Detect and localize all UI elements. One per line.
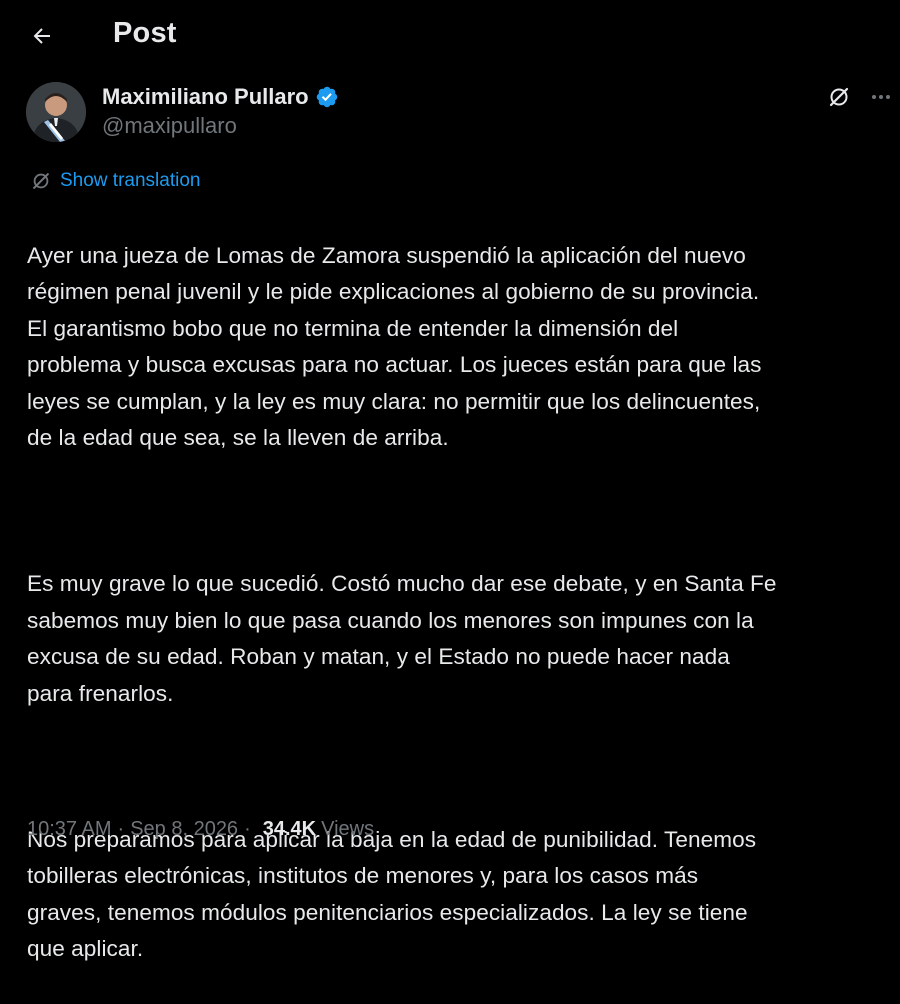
page-title: Post bbox=[113, 17, 177, 49]
verified-badge-icon bbox=[315, 85, 339, 109]
meta-separator: · bbox=[117, 817, 125, 840]
translate-icon bbox=[33, 173, 49, 189]
top-bar: Post bbox=[0, 0, 900, 74]
back-button[interactable] bbox=[26, 20, 58, 52]
post-date[interactable]: Sep 8, 2026 bbox=[130, 818, 238, 841]
more-options-button[interactable] bbox=[866, 82, 896, 112]
post-paragraph: Ayer una jueza de Lomas de Zamora suspen… bbox=[27, 242, 762, 451]
meta-separator: · bbox=[244, 817, 251, 840]
grok-icon bbox=[829, 87, 849, 107]
post-paragraph: Es muy grave lo que sucedió. Costó mucho… bbox=[27, 571, 777, 706]
more-icon bbox=[872, 95, 890, 99]
show-translation-link[interactable]: Show translation bbox=[30, 167, 200, 195]
author-name[interactable]: Maximiliano Pullaro bbox=[102, 84, 309, 110]
show-translation-label[interactable]: Show translation bbox=[60, 170, 200, 192]
author-handle[interactable]: @maxipullaro bbox=[102, 113, 237, 139]
views-count[interactable]: 34.4K bbox=[263, 818, 316, 841]
avatar-image bbox=[26, 82, 86, 142]
post-time[interactable]: 10:37 AM bbox=[27, 818, 112, 841]
grok-button[interactable] bbox=[824, 82, 854, 112]
views-label: Views bbox=[321, 817, 375, 840]
author-row[interactable]: Maximiliano Pullaro bbox=[102, 82, 339, 112]
avatar[interactable] bbox=[26, 82, 86, 142]
post-meta: 10:37 AM · Sep 8, 2026 · 34.4K Views bbox=[27, 814, 374, 844]
arrow-left-icon bbox=[33, 28, 50, 44]
post-text: Ayer una jueza de Lomas de Zamora suspen… bbox=[27, 201, 897, 1004]
